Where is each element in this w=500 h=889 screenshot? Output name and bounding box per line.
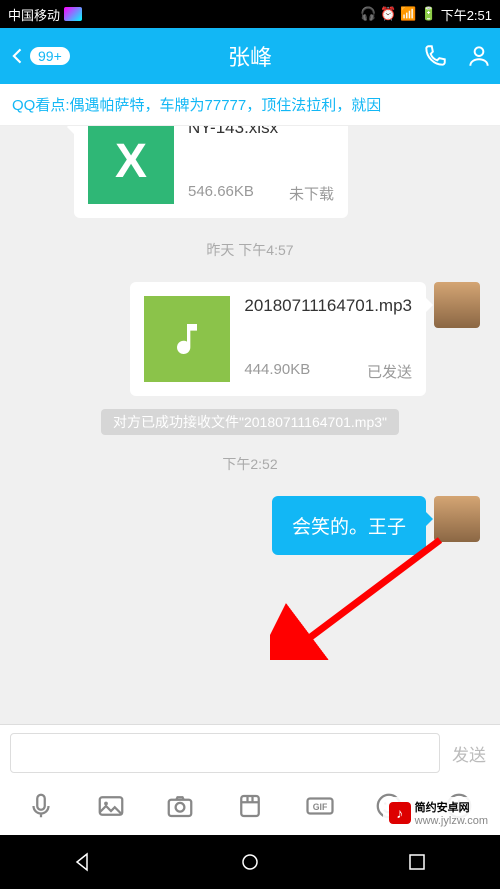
excel-icon: X — [88, 126, 174, 204]
file-size: 444.90KB — [244, 361, 310, 382]
timestamp: 昨天 下午4:57 — [0, 226, 500, 274]
battery-icon: 🔋 — [421, 6, 437, 22]
alarm-icon: ⏰ — [380, 6, 396, 22]
voice-icon[interactable] — [26, 791, 56, 821]
file-status: 未下载 — [289, 183, 334, 204]
avatar[interactable] — [434, 496, 480, 542]
chat-title: 张峰 — [228, 40, 272, 72]
carrier: 中国移动 — [8, 5, 60, 24]
music-icon — [144, 296, 230, 382]
profile-button[interactable] — [466, 43, 492, 69]
file-name: 20180711164701.mp3 — [244, 296, 412, 316]
redpacket-icon[interactable] — [235, 791, 265, 821]
android-navbar — [0, 835, 500, 889]
timestamp: 下午2:52 — [0, 440, 500, 488]
message-input[interactable] — [10, 733, 440, 773]
signal-icon: 📶 — [400, 6, 416, 22]
avatar[interactable] — [434, 282, 480, 328]
carrier-logo — [64, 7, 82, 21]
text-message[interactable]: 会笑的。王子 — [0, 488, 500, 563]
nav-recent[interactable] — [405, 850, 429, 874]
status-time: 下午2:51 — [441, 5, 492, 24]
camera-icon[interactable] — [165, 791, 195, 821]
nav-back[interactable] — [71, 850, 95, 874]
back-button[interactable]: 99+ — [8, 46, 70, 66]
unread-badge: 99+ — [30, 47, 70, 65]
chevron-left-icon — [8, 46, 28, 66]
svg-text:GIF: GIF — [312, 802, 327, 812]
gif-icon[interactable]: GIF — [305, 791, 335, 821]
status-bar: 中国移动 🎧 ⏰ 📶 🔋 下午2:51 — [0, 0, 500, 28]
file-message[interactable]: X NY-143.xlsx 546.66KB 未下载 — [0, 126, 500, 226]
system-message: 对方已成功接收文件"20180711164701.mp3" — [0, 404, 500, 440]
image-icon[interactable] — [96, 791, 126, 821]
message-text: 会笑的。王子 — [272, 496, 426, 555]
watermark-icon: ♪ — [389, 802, 411, 824]
nav-home[interactable] — [238, 850, 262, 874]
file-size: 546.66KB — [188, 183, 254, 204]
chat-area: X NY-143.xlsx 546.66KB 未下载 昨天 下午4:57 20 — [0, 126, 500, 769]
news-banner[interactable]: QQ看点:偶遇帕萨特，车牌为77777，顶住法拉利，就因 — [0, 84, 500, 126]
send-button[interactable]: 发送 — [448, 741, 490, 766]
file-name: NY-143.xlsx — [188, 126, 334, 138]
watermark: ♪ 简约安卓网 www.jylzw.com — [383, 797, 494, 829]
call-button[interactable] — [422, 43, 448, 69]
file-status: 已发送 — [367, 361, 412, 382]
headphone-icon: 🎧 — [360, 6, 376, 22]
file-message[interactable]: 20180711164701.mp3 444.90KB 已发送 — [0, 274, 500, 404]
chat-header: 99+ 张峰 — [0, 28, 500, 84]
